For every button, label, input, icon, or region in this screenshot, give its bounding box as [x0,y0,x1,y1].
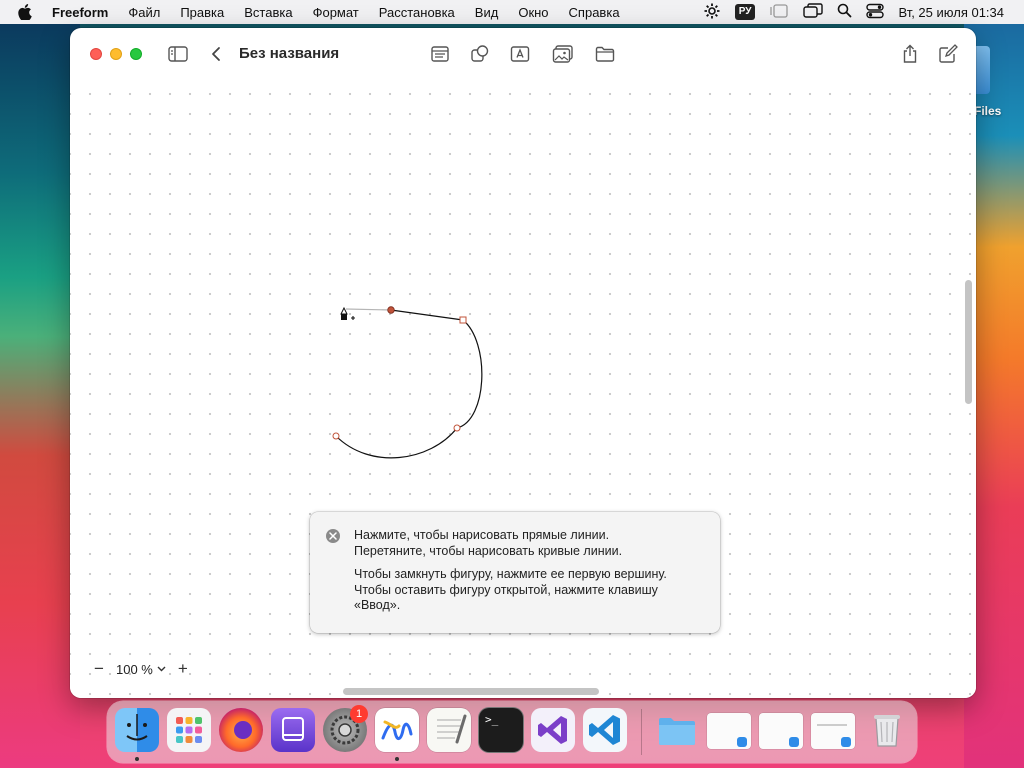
keyboard-layout-badge[interactable]: РУ [734,4,756,20]
stage-manager-icon[interactable] [769,3,789,21]
menu-insert[interactable]: Вставка [244,5,292,20]
new-board-icon[interactable] [937,43,959,65]
app-name-menu[interactable]: Freeform [52,5,108,20]
status-gear-icon[interactable] [703,2,721,23]
wallpaper-left [0,24,80,768]
trash-icon[interactable] [865,708,909,752]
hint-text: Нажмите, чтобы нарисовать прямые линии. … [354,528,709,614]
pen-tool-cursor-icon [340,306,355,320]
textedit-icon[interactable] [427,708,471,752]
minimized-window-thumbnail[interactable] [759,713,803,749]
menu-bar: Freeform Файл Правка Вставка Формат Расс… [0,0,1024,24]
freeform-window: Без названия − 100 % + Нажмите, чтобы на… [70,28,976,698]
menu-file[interactable]: Файл [128,5,160,20]
drawn-curve [335,319,483,459]
window-minimize-button[interactable] [110,48,122,60]
traffic-lights [90,48,150,60]
zoom-control: − 100 % + [88,658,194,680]
zoom-out-button[interactable]: − [88,658,110,680]
freeform-icon[interactable] [375,708,419,752]
terminal-prompt: >_ [485,713,499,726]
start-vertex [332,432,340,440]
hint-close-icon[interactable] [326,529,340,543]
firefox-icon[interactable] [219,708,263,752]
dock-separator [641,709,642,755]
horizontal-scrollbar[interactable] [343,688,599,695]
visual-studio-icon[interactable] [531,708,575,752]
corner-vertex [459,316,467,324]
hint-line: Нажмите, чтобы нарисовать прямые линии. [354,528,610,542]
applications-folder-icon[interactable] [655,708,699,752]
running-indicator [395,757,399,761]
sidebar-toggle-icon[interactable] [167,43,189,65]
shapes-icon[interactable] [469,43,491,65]
launchpad-icon[interactable] [167,708,211,752]
vscode-icon[interactable] [583,708,627,752]
hint-line: Чтобы замкнуть фигуру, нажмите ее первую… [354,567,667,581]
zoom-in-button[interactable]: + [172,658,194,680]
terminal-icon[interactable]: >_ [479,708,523,752]
menu-window[interactable]: Окно [518,5,548,20]
curve-vertex [453,424,461,432]
drawn-line-segment [390,309,464,321]
curve-vertex-selected [387,306,395,314]
window-close-button[interactable] [90,48,102,60]
control-center-icon[interactable] [866,3,885,22]
pen-tool-hint-popover: Нажмите, чтобы нарисовать прямые линии. … [310,512,720,633]
spotlight-search-icon[interactable] [837,3,852,21]
media-insert-icon[interactable] [552,43,574,65]
share-icon[interactable] [899,43,921,65]
window-titlebar: Без названия [70,28,976,80]
hint-line: Перетяните, чтобы нарисовать кривые лини… [354,543,623,558]
menu-edit[interactable]: Правка [180,5,224,20]
vertical-scrollbar[interactable] [965,280,972,404]
menu-clock[interactable]: Вт, 25 июля 01:34 [898,5,1004,20]
preview-segment [345,308,392,311]
hint-line: Чтобы оставить фигуру открытой, нажмите … [354,582,658,597]
menu-format[interactable]: Формат [313,5,359,20]
settings-notification-badge: 1 [350,705,368,723]
minimized-window-thumbnail[interactable] [707,713,751,749]
sticky-note-icon[interactable] [429,43,451,65]
running-indicator [135,757,139,761]
desktop-folder-label: Files [974,104,1002,118]
finder-icon[interactable] [115,708,159,752]
files-folder-icon[interactable] [594,43,616,65]
apple-menu-icon[interactable] [18,4,34,20]
back-chevron-icon[interactable] [205,43,227,65]
window-zoom-button[interactable] [130,48,142,60]
dock: 1 >_ [107,701,917,763]
simulator-app-icon[interactable] [271,708,315,752]
minimized-window-thumbnail[interactable] [811,713,855,749]
document-title[interactable]: Без названия [239,45,339,62]
board-canvas[interactable]: − 100 % + Нажмите, чтобы нарисовать прям… [70,80,976,698]
text-box-icon[interactable] [509,43,531,65]
zoom-chevron-down-icon[interactable] [157,664,166,675]
zoom-level[interactable]: 100 % [110,662,157,677]
screen-mirroring-icon[interactable] [803,2,824,22]
menu-help[interactable]: Справка [569,5,620,20]
hint-line: «Ввод». [354,598,401,612]
menu-view[interactable]: Вид [475,5,499,20]
menu-arrange[interactable]: Расстановка [379,5,455,20]
